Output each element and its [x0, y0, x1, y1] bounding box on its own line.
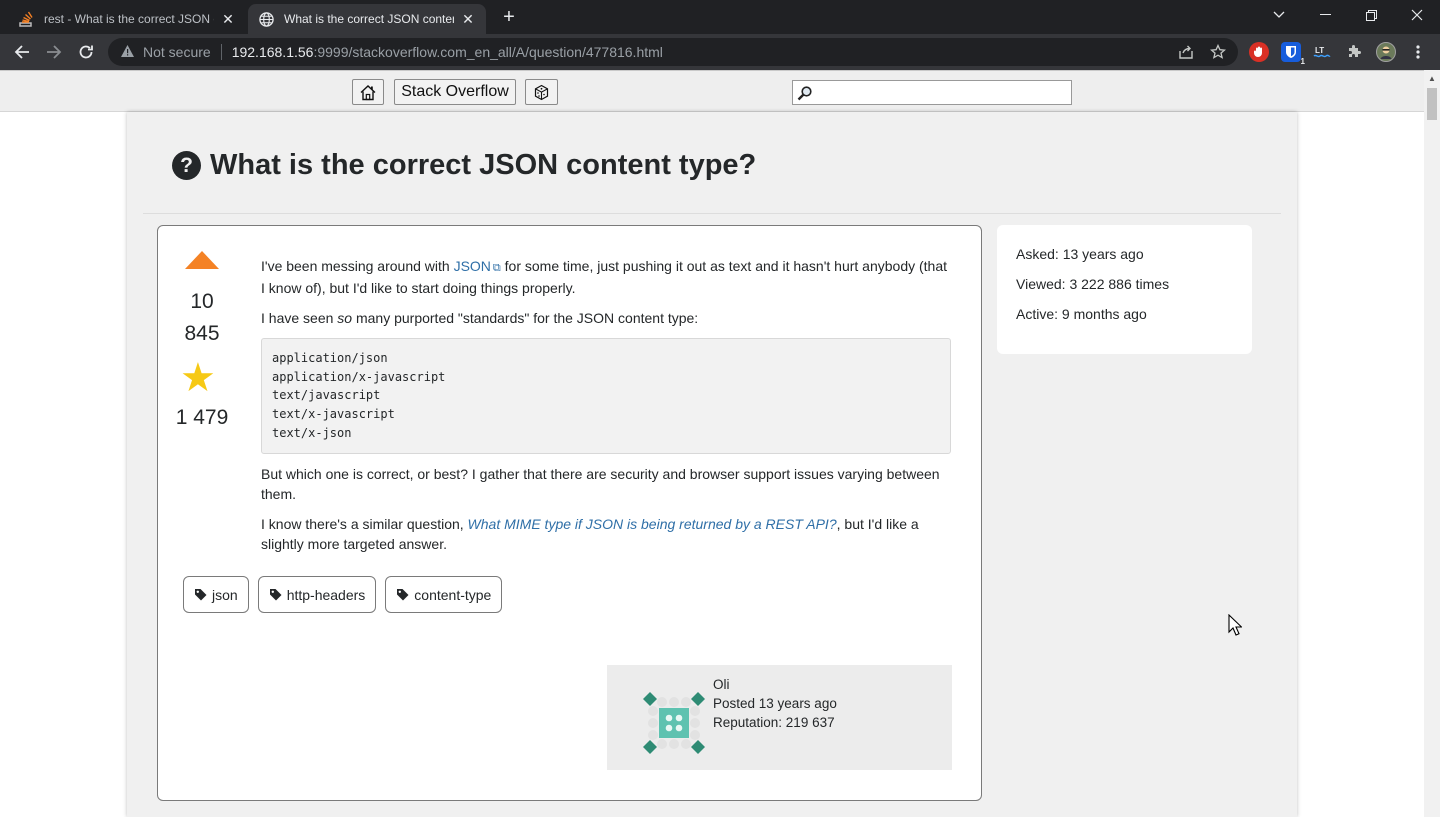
- address-path: :9999/stackoverflow.com_en_all/A/questio…: [313, 44, 663, 60]
- warning-icon[interactable]: [120, 44, 135, 61]
- vote-count-line2: 845: [184, 322, 220, 345]
- owner-info: Oli Posted 13 years ago Reputation: 219 …: [713, 675, 837, 732]
- title-divider: [143, 213, 1281, 214]
- json-link-text: JSON: [453, 258, 491, 274]
- text-span: many purported "standards" for the JSON …: [352, 310, 699, 326]
- menu-kebab-icon[interactable]: [1408, 42, 1428, 62]
- post-paragraph: But which one is correct, or best? I gat…: [261, 465, 940, 502]
- languagetool-extension-icon[interactable]: LT: [1312, 42, 1332, 62]
- external-link-icon: ⧉: [492, 262, 501, 274]
- question-circle-icon: ?: [172, 151, 201, 180]
- question-page: ? What is the correct JSON content type?…: [127, 112, 1297, 817]
- restore-icon[interactable]: [1348, 0, 1394, 30]
- text-span: I have seen: [261, 310, 338, 326]
- tag-icon: [269, 589, 282, 601]
- page-title: ? What is the correct JSON content type?: [172, 149, 756, 182]
- owner-reputation: Reputation: 219 637: [713, 715, 835, 730]
- emphasis-text: so: [337, 310, 353, 326]
- stack-overflow-label: Stack Overflow: [401, 83, 509, 100]
- close-icon[interactable]: ✕: [460, 11, 476, 27]
- question-title: What is the correct JSON content type?: [210, 149, 757, 181]
- stat-viewed: Viewed: 3 222 886 times: [1016, 276, 1170, 292]
- minimize-icon[interactable]: [1302, 0, 1348, 30]
- tab-title: What is the correct JSON content: [284, 12, 454, 26]
- tag-label: http-headers: [286, 586, 366, 603]
- new-tab-icon[interactable]: +: [498, 6, 520, 28]
- tag-content-type[interactable]: content-type: [385, 576, 503, 613]
- browser-tab-strip: rest - What is the correct JSON co ✕ Wha…: [0, 0, 1440, 34]
- code-line: application/x-javascript: [272, 369, 446, 384]
- tab-search-chevron-icon[interactable]: [1256, 0, 1302, 30]
- forward-arrow-icon[interactable]: [40, 38, 68, 66]
- browser-tab-current[interactable]: What is the correct JSON content ✕: [248, 4, 486, 34]
- code-line: text/x-json: [272, 425, 352, 440]
- browser-toolbar: Not secure 192.168.1.56:9999/stackoverfl…: [0, 34, 1440, 70]
- owner-name[interactable]: Oli: [713, 675, 837, 694]
- question-stats: Asked: 13 years ago Viewed: 3 222 886 ti…: [997, 225, 1252, 354]
- security-label[interactable]: Not secure: [143, 44, 211, 60]
- address-bar[interactable]: Not secure 192.168.1.56:9999/stackoverfl…: [108, 38, 1238, 66]
- share-icon[interactable]: [1176, 42, 1196, 62]
- text-span: I know there's a similar question,: [261, 515, 468, 532]
- search-icon: [797, 85, 812, 100]
- window-close-icon[interactable]: [1394, 0, 1440, 30]
- reload-icon[interactable]: [72, 38, 100, 66]
- stat-asked: Asked: 13 years ago: [1016, 246, 1144, 262]
- search-input[interactable]: [813, 82, 1071, 103]
- post-body: I've been messing around with JSON ⧉ for …: [261, 256, 951, 564]
- stackoverflow-icon: [18, 11, 34, 27]
- tag-icon: [397, 589, 409, 601]
- favorite-star-icon[interactable]: ★: [180, 358, 216, 398]
- json-link[interactable]: JSON ⧉: [454, 258, 501, 274]
- tag-json[interactable]: json: [183, 576, 249, 613]
- scroll-up-arrow-icon[interactable]: ▲: [1424, 70, 1440, 86]
- vote-count-line1: 10: [190, 290, 214, 313]
- search-box[interactable]: [792, 80, 1072, 105]
- home-icon: [360, 84, 376, 100]
- profile-avatar-icon[interactable]: [1376, 42, 1396, 62]
- code-line: text/javascript: [272, 388, 381, 403]
- code-line: application/json: [272, 351, 388, 365]
- globe-icon: [258, 11, 274, 27]
- address-separator: [220, 44, 222, 60]
- stat-active: Active: 9 months ago: [1016, 306, 1147, 322]
- tag-label: content-type: [414, 586, 492, 603]
- back-arrow-icon[interactable]: [8, 38, 36, 66]
- stack-overflow-button[interactable]: Stack Overflow: [394, 79, 516, 105]
- code-block: application/json application/x-javascrip…: [261, 338, 951, 454]
- tag-icon: [195, 589, 207, 601]
- page-scrollbar[interactable]: ▲: [1424, 70, 1440, 817]
- tag-list: json http-headers content-type: [183, 576, 503, 613]
- dice-icon: [534, 84, 549, 100]
- mouse-cursor-icon: [1228, 614, 1242, 636]
- adblock-extension-icon[interactable]: [1249, 42, 1269, 62]
- post-paragraph: I've been messing around with JSON ⧉ for …: [261, 256, 951, 298]
- bookmark-star-icon[interactable]: [1208, 42, 1228, 62]
- user-identicon-avatar[interactable]: [643, 692, 705, 754]
- vote-count: 10 845: [170, 286, 234, 350]
- text-span: I've been messing around with: [261, 258, 454, 274]
- post-owner-card: Oli Posted 13 years ago Reputation: 219 …: [607, 665, 952, 770]
- favorite-count: 1 479: [175, 406, 229, 429]
- svg-text:LT: LT: [1315, 46, 1324, 55]
- address-host: 192.168.1.56: [231, 44, 314, 60]
- site-header: Stack Overflow: [0, 70, 1424, 112]
- random-page-button[interactable]: [525, 79, 558, 105]
- tag-label: json: [212, 586, 238, 603]
- close-icon[interactable]: ✕: [220, 11, 236, 27]
- post-paragraph: I have seen so many purported "standards…: [261, 308, 951, 328]
- code-line: text/x-javascript: [272, 407, 395, 422]
- similar-question-link[interactable]: What MIME type if JSON is being returned…: [468, 516, 837, 532]
- browser-tab-rest[interactable]: rest - What is the correct JSON co ✕: [8, 4, 246, 34]
- tag-http-headers[interactable]: http-headers: [257, 576, 377, 613]
- bitwarden-extension-icon[interactable]: 1: [1281, 42, 1305, 66]
- scroll-thumb[interactable]: [1427, 88, 1437, 120]
- home-button[interactable]: [352, 79, 384, 105]
- question-post: 10 845 ★ 1 479 I've been messing around …: [157, 225, 982, 801]
- owner-posted: Posted 13 years ago: [713, 696, 837, 711]
- post-paragraph: I know there's a similar question, What …: [261, 514, 951, 554]
- extensions-puzzle-icon[interactable]: [1344, 42, 1364, 62]
- upvote-arrow-icon[interactable]: [185, 251, 219, 269]
- tab-title: rest - What is the correct JSON co: [44, 12, 214, 26]
